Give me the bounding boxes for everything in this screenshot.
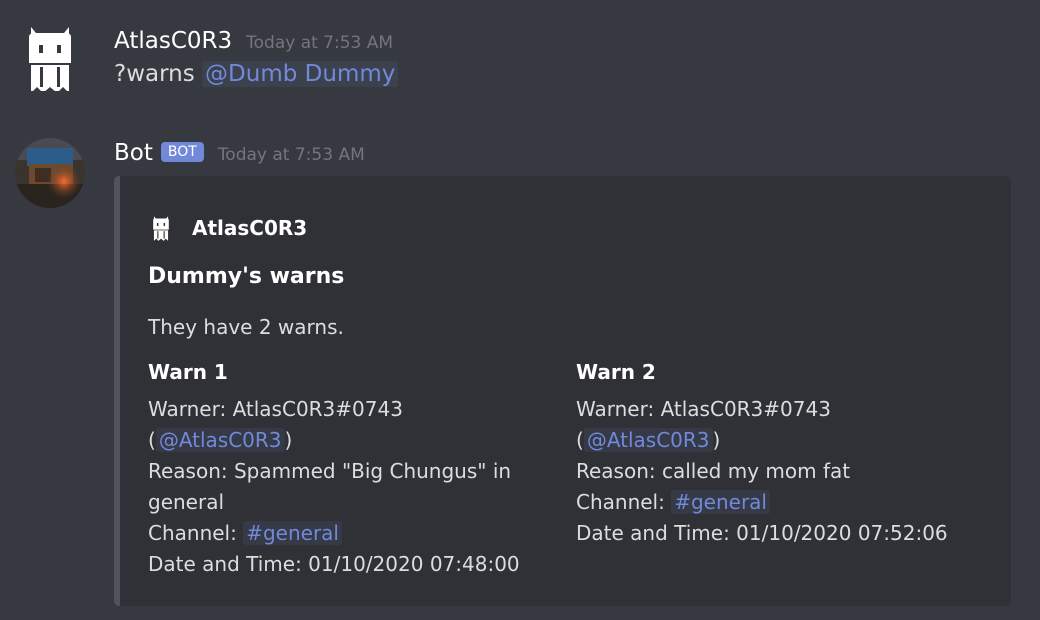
embed-field-warn-1: Warn 1 Warner: AtlasC0R3#0743 (@AtlasC0R… xyxy=(148,360,548,580)
embed-description: They have 2 warns. xyxy=(148,315,344,339)
embed: AtlasC0R3 Dummy's warns They have 2 warn… xyxy=(114,176,1011,606)
datetime-line: Date and Time: 01/10/2020 07:52:06 xyxy=(576,521,948,545)
channel-label: Channel: xyxy=(148,521,244,545)
username[interactable]: AtlasC0R3 xyxy=(114,28,232,54)
warner-line: Warner: AtlasC0R3#0743 xyxy=(148,397,403,421)
warner-line: Warner: AtlasC0R3#0743 xyxy=(576,397,831,421)
datetime-line: Date and Time: 01/10/2020 07:48:00 xyxy=(148,552,520,576)
embed-author: AtlasC0R3 xyxy=(148,208,307,248)
user-mention[interactable]: @AtlasC0R3 xyxy=(583,428,713,452)
robot-ghost-avatar-icon xyxy=(29,27,71,91)
channel-label: Channel: xyxy=(576,490,672,514)
paren-close: ) xyxy=(284,428,293,452)
channel-mention[interactable]: #general xyxy=(671,490,770,514)
reason-line: Reason: Spammed "Big Chungus" in xyxy=(148,459,512,483)
message-1: AtlasC0R3 Today at 7:53 AM ?warns @Dumb … xyxy=(0,0,1040,110)
embed-title: Dummy's warns xyxy=(148,264,345,289)
command-text: ?warns xyxy=(114,61,203,87)
field-name: Warn 1 xyxy=(148,360,228,384)
bot-avatar[interactable] xyxy=(15,138,85,208)
embed-author-icon xyxy=(153,216,169,241)
channel-line: Channel: #general xyxy=(576,487,976,518)
warner-mention-line: (@AtlasC0R3) xyxy=(148,425,548,456)
user-avatar-icon[interactable] xyxy=(15,21,85,91)
field-value: Warner: AtlasC0R3#0743 (@AtlasC0R3) Reas… xyxy=(148,394,548,580)
channel-line: Channel: #general xyxy=(148,518,548,549)
field-name: Warn 2 xyxy=(576,360,656,384)
paren-open: ( xyxy=(576,428,584,452)
username[interactable]: Bot xyxy=(114,140,153,166)
bot-avatar-image-icon xyxy=(15,138,85,208)
user-mention[interactable]: @AtlasC0R3 xyxy=(155,428,285,452)
embed-field-warn-2: Warn 2 Warner: AtlasC0R3#0743 (@AtlasC0R… xyxy=(576,360,976,549)
paren-open: ( xyxy=(148,428,156,452)
user-mention[interactable]: @Dumb Dummy xyxy=(202,61,399,87)
bot-tag: BOT xyxy=(160,142,204,162)
message-timestamp: Today at 7:53 AM xyxy=(217,145,365,165)
warner-mention-line: (@AtlasC0R3) xyxy=(576,425,976,456)
field-value: Warner: AtlasC0R3#0743 (@AtlasC0R3) Reas… xyxy=(576,394,976,549)
message-content: ?warns @Dumb Dummy xyxy=(114,61,399,87)
reason-line-continued: general xyxy=(148,490,225,514)
embed-author-name[interactable]: AtlasC0R3 xyxy=(192,216,307,240)
channel-mention[interactable]: #general xyxy=(243,521,342,545)
reason-line: Reason: called my mom fat xyxy=(576,459,851,483)
paren-close: ) xyxy=(712,428,721,452)
message-timestamp: Today at 7:53 AM xyxy=(246,33,394,53)
